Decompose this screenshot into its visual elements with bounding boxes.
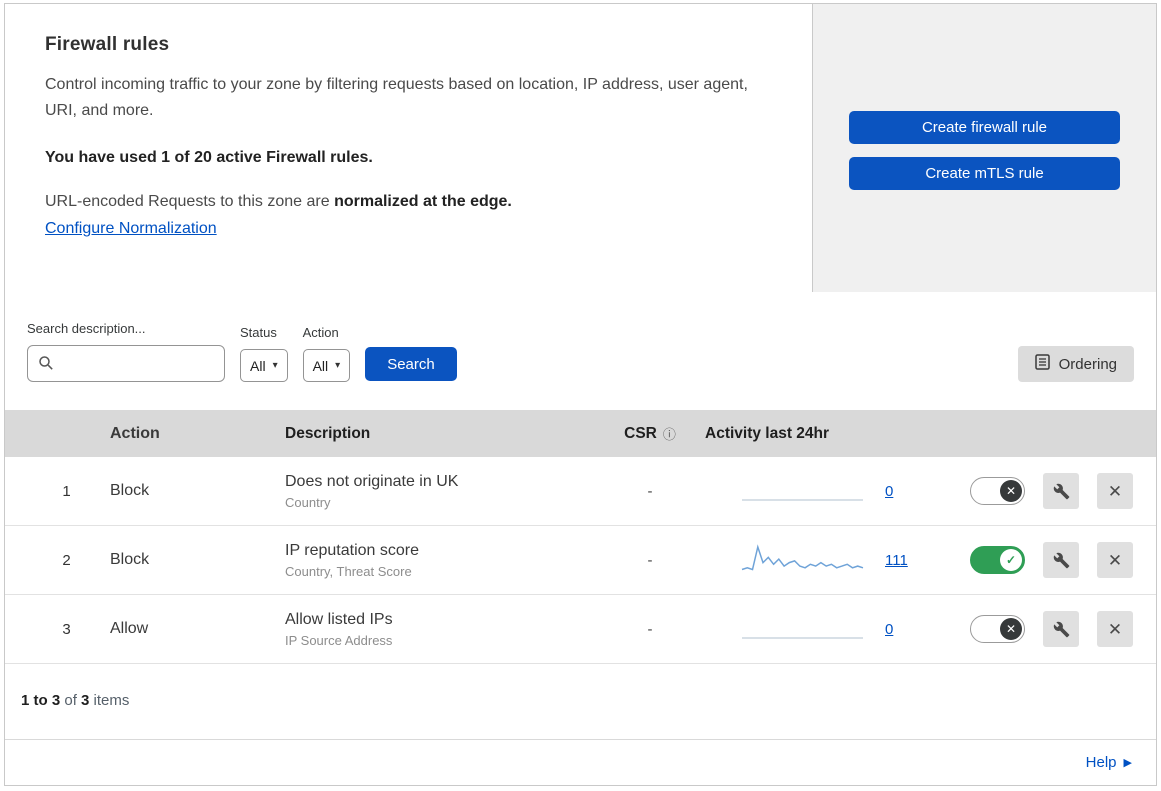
rule-action: Block [110, 551, 150, 568]
action-filter-value: All [312, 357, 329, 374]
rule-action: Block [110, 482, 150, 499]
activity-count-link[interactable]: 111 [885, 552, 908, 569]
status-filter-group: Status All ▾ [240, 325, 288, 382]
create-mtls-rule-button[interactable]: Create mTLS rule [849, 157, 1120, 190]
rule-description: Allow listed IPs IP Source Address [275, 611, 595, 648]
rule-description: IP reputation score Country, Threat Scor… [275, 542, 595, 579]
action-column-header: Action [110, 424, 160, 442]
help-bar: Help ▶ [5, 739, 1156, 785]
rule-enabled-toggle[interactable]: ✕ [970, 615, 1025, 643]
rule-csr-value: - [647, 551, 653, 569]
status-filter-dropdown[interactable]: All ▾ [240, 349, 288, 382]
page-title: Firewall rules [45, 34, 170, 55]
pagination-of: of [60, 692, 82, 709]
activity-sparkline [742, 637, 863, 639]
wrench-icon [1053, 483, 1069, 499]
help-link[interactable]: Help [1086, 754, 1117, 771]
rule-description-title: Does not originate in UK [285, 472, 459, 490]
firewall-rules-page: Firewall rules Control incoming traffic … [4, 3, 1157, 786]
page-header: Firewall rules Control incoming traffic … [5, 4, 1156, 292]
search-group: Search description... [27, 321, 225, 382]
actions-panel: Create firewall rule Create mTLS rule [813, 4, 1156, 292]
delete-rule-button[interactable]: ✕ [1097, 473, 1133, 509]
activity-sparkline [741, 544, 864, 571]
activity-column-header: Activity last 24hr [705, 424, 830, 442]
rule-controls: ✓ ✕ [945, 542, 1156, 578]
status-filter-value: All [250, 357, 266, 374]
configure-normalization-link[interactable]: Configure Normalization [45, 220, 217, 238]
activity-count-link[interactable]: 0 [885, 621, 893, 638]
rule-action: Allow [110, 620, 149, 637]
search-button[interactable]: Search [365, 347, 457, 381]
table-header: Action Description CSR ⓘ Activity last 2… [5, 410, 1156, 457]
usage-summary: You have used 1 of 20 active Firewall ru… [45, 149, 373, 167]
action-filter-dropdown[interactable]: All ▾ [302, 349, 351, 382]
chevron-down-icon: ▾ [272, 360, 278, 371]
csr-column-label: CSR [624, 424, 657, 442]
delete-icon: ✕ [1107, 481, 1123, 501]
help-arrow-icon: ▶ [1123, 757, 1132, 769]
edit-rule-button[interactable] [1043, 473, 1079, 509]
rule-description-fields: IP Source Address [285, 632, 393, 648]
toggle-knob-icon: ✕ [1000, 480, 1022, 502]
rule-description-fields: Country [285, 494, 331, 510]
rule-priority: 3 [62, 620, 71, 638]
status-filter-label: Status [240, 325, 277, 340]
info-icon[interactable]: ⓘ [663, 424, 676, 443]
rule-activity: 111 [705, 542, 945, 578]
table-row: 1 Block Does not originate in UK Country… [5, 457, 1156, 526]
search-input[interactable] [27, 345, 225, 382]
table-row: 2 Block IP reputation score Country, Thr… [5, 526, 1156, 595]
filter-bar: Search description... Status All ▾ Actio… [5, 292, 1156, 410]
edit-rule-button[interactable] [1043, 611, 1079, 647]
rule-activity: 0 [705, 473, 945, 509]
rule-description-title: IP reputation score [285, 541, 420, 559]
intro-panel: Firewall rules Control incoming traffic … [5, 4, 813, 292]
toggle-knob-icon: ✕ [1000, 618, 1022, 640]
wrench-icon [1053, 621, 1069, 637]
create-firewall-rule-button[interactable]: Create firewall rule [849, 111, 1120, 144]
list-document-icon [1034, 354, 1050, 374]
pagination-items: items [89, 692, 130, 709]
rule-csr-value: - [647, 620, 653, 638]
rule-priority: 2 [62, 551, 71, 569]
action-filter-label: Action [302, 325, 339, 340]
delete-icon: ✕ [1107, 619, 1123, 639]
action-filter-group: Action All ▾ [302, 325, 351, 382]
search-box [27, 345, 225, 382]
pagination-summary: 1 to 3 of 3 items [5, 664, 1156, 739]
description-column-header: Description [285, 424, 371, 442]
normalization-text: URL-encoded Requests to this zone are [45, 193, 335, 211]
table-row: 3 Allow Allow listed IPs IP Source Addre… [5, 595, 1156, 664]
delete-rule-button[interactable]: ✕ [1097, 542, 1133, 578]
page-description: Control incoming traffic to your zone by… [45, 76, 748, 119]
search-label: Search description... [27, 321, 146, 336]
activity-count-link[interactable]: 0 [885, 483, 893, 500]
chevron-down-icon: ▾ [335, 360, 341, 371]
rule-activity: 0 [705, 611, 945, 647]
rule-enabled-toggle[interactable]: ✕ [970, 477, 1025, 505]
normalization-note: URL-encoded Requests to this zone are no… [45, 193, 772, 211]
rule-csr-value: - [647, 482, 653, 500]
rule-controls: ✕ ✕ [945, 473, 1156, 509]
rule-description: Does not originate in UK Country [275, 473, 595, 510]
normalization-bold: normalized at the edge. [334, 193, 512, 211]
rule-priority: 1 [62, 482, 71, 500]
toggle-knob-icon: ✓ [1000, 549, 1022, 571]
ordering-button[interactable]: Ordering [1017, 346, 1134, 382]
rule-enabled-toggle[interactable]: ✓ [970, 546, 1025, 574]
delete-rule-button[interactable]: ✕ [1097, 611, 1133, 647]
delete-icon: ✕ [1107, 550, 1123, 570]
rule-description-fields: Country, Threat Score [285, 563, 412, 579]
edit-rule-button[interactable] [1043, 542, 1079, 578]
activity-sparkline [742, 499, 863, 501]
ordering-button-label: Ordering [1058, 355, 1117, 373]
pagination-range: 1 to 3 [21, 692, 61, 709]
rule-description-title: Allow listed IPs [285, 610, 393, 628]
rule-controls: ✕ ✕ [945, 611, 1156, 647]
wrench-icon [1053, 552, 1069, 568]
csr-column-header: CSR ⓘ [595, 424, 705, 443]
